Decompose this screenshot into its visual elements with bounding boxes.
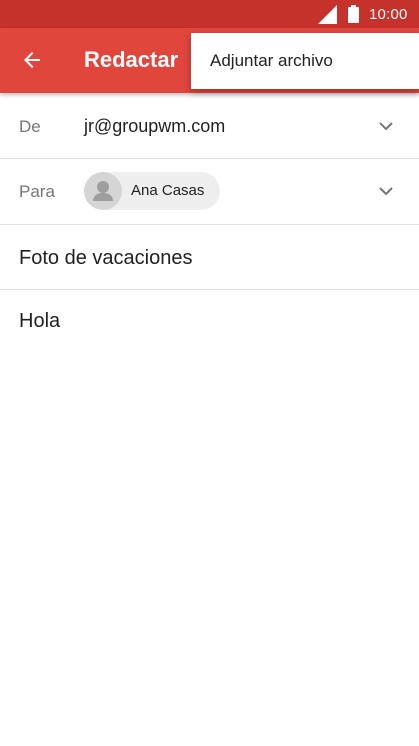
chevron-down-icon[interactable] <box>376 116 396 136</box>
battery-icon <box>348 5 359 23</box>
recipient-name: Ana Casas <box>131 182 205 199</box>
avatar <box>84 172 122 210</box>
to-row: Para Ana Casas <box>0 159 419 225</box>
to-label: Para <box>19 182 55 201</box>
menu-item-label: Adjuntar archivo <box>210 51 333 70</box>
subject-row: Foto de vacaciones <box>0 225 419 290</box>
status-bar: 10:00 <box>0 0 419 28</box>
signal-icon <box>318 5 337 24</box>
menu-item-attach-file[interactable]: Adjuntar archivo <box>191 33 419 89</box>
from-label: De <box>19 117 41 136</box>
subject-field[interactable]: Foto de vacaciones <box>19 247 192 270</box>
body-field[interactable]: Hola <box>19 310 399 333</box>
overflow-menu: Adjuntar archivo <box>191 33 419 89</box>
recipient-chip[interactable]: Ana Casas <box>84 172 220 210</box>
chevron-down-icon[interactable] <box>376 181 396 201</box>
person-icon <box>93 181 113 201</box>
status-time: 10:00 <box>369 6 408 23</box>
from-account[interactable]: jr@groupwm.com <box>84 116 225 137</box>
page-title: Redactar <box>84 47 179 72</box>
from-row: De jr@groupwm.com <box>0 93 419 159</box>
arrow-back-icon[interactable] <box>20 48 44 72</box>
